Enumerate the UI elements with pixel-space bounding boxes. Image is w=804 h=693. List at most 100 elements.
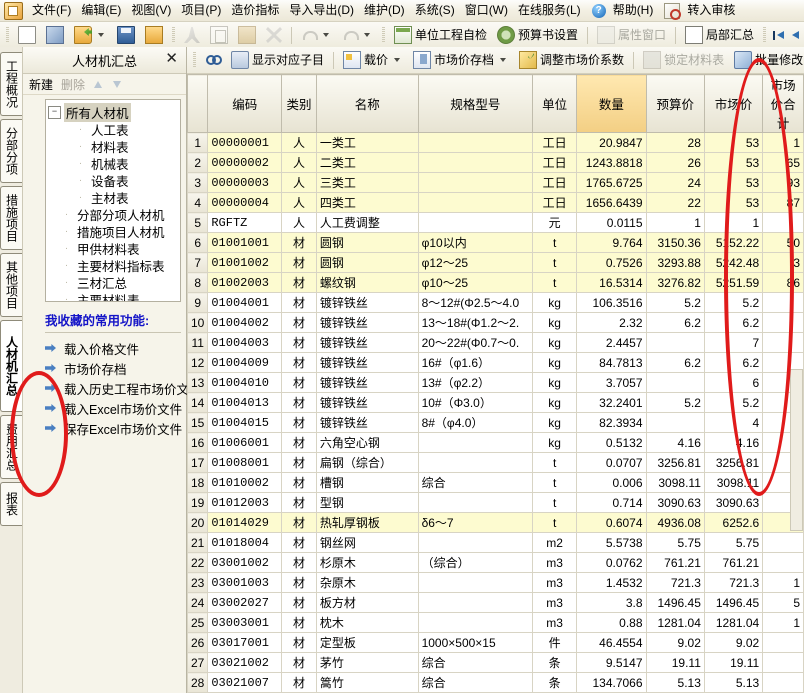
table-row[interactable]: 23 03001003 材杂原木 m3 1.4532 721.3 721.3 1	[187, 572, 804, 593]
cell-code[interactable]: 01010002	[207, 472, 283, 493]
tree-node-owner-supplied[interactable]: · 甲供材料表	[48, 240, 178, 257]
menu-item-cost-index[interactable]: 造价指标	[226, 1, 284, 20]
cell-category[interactable]: 材	[281, 652, 317, 673]
cell-category[interactable]: 材	[281, 272, 317, 293]
self-check-button[interactable]: 单位工程自检	[389, 23, 492, 47]
cell-market-total[interactable]: 1	[762, 572, 804, 593]
cell-market-price[interactable]: 1496.45	[703, 592, 764, 613]
menu-item-maintenance[interactable]: 维护(D)	[359, 1, 410, 20]
cell-quantity[interactable]: 0.0707	[576, 452, 647, 473]
menu-item-edit[interactable]: 编辑(E)	[76, 1, 126, 20]
cell-unit[interactable]: 元	[532, 212, 578, 233]
cell-code[interactable]: 01001001	[207, 232, 283, 253]
save-button[interactable]	[112, 23, 140, 47]
cell-name[interactable]: 镀锌铁丝	[315, 352, 419, 373]
cell-code[interactable]: 03021007	[207, 672, 283, 693]
cell-unit[interactable]: kg	[532, 292, 578, 313]
cell-quantity[interactable]: 2.32	[576, 312, 647, 333]
menu-item-window[interactable]: 窗口(W)	[460, 1, 513, 20]
cell-market-price[interactable]: 53	[703, 132, 764, 153]
cell-budget-price[interactable]: 3256.81	[645, 452, 705, 473]
col-market-price[interactable]: 市场价	[703, 74, 764, 133]
cell-budget-price[interactable]: 5.13	[645, 672, 705, 693]
cell-unit[interactable]: kg	[532, 372, 578, 393]
table-row[interactable]: 27 03021002 材茅竹 综合条 9.5147 19.11 19.11	[187, 652, 804, 673]
cell-quantity[interactable]: 9.5147	[576, 652, 647, 673]
cell-category[interactable]: 材	[281, 252, 317, 273]
cell-category[interactable]: 人	[281, 172, 317, 193]
cell-budget-price[interactable]: 22	[645, 192, 705, 213]
table-row[interactable]: 20 01014029 材热轧厚钢板 δ6～7 t 0.6074 4936.08 6252.6…	[187, 512, 804, 533]
cell-spec[interactable]: 16#（φ1.6）	[417, 352, 534, 373]
cell-code[interactable]: 01004003	[207, 332, 283, 353]
cell-category[interactable]: 材	[281, 332, 317, 353]
cell-code[interactable]: 03003001	[207, 612, 283, 633]
cell-code[interactable]: 01004002	[207, 312, 283, 333]
table-row[interactable]: 14 01004013 材镀锌铁丝 10#（Φ3.0） kg 32.2401 5.2 5.2	[187, 392, 804, 413]
delete-node-button[interactable]: 删除	[61, 76, 85, 93]
table-row[interactable]: 21 01018004 材钢丝网 m2 5.5738 5.75 5.75	[187, 532, 804, 553]
cell-market-total[interactable]: 65	[762, 152, 804, 173]
cell-budget-price[interactable]: 6.2	[645, 312, 705, 333]
cell-market-total[interactable]	[762, 672, 804, 693]
cell-spec[interactable]: φ12～25	[417, 252, 534, 273]
cell-spec[interactable]: 综合	[417, 652, 534, 673]
cell-budget-price[interactable]: 5.2	[645, 292, 705, 313]
cell-name[interactable]: 钢丝网	[315, 532, 419, 553]
cell-code[interactable]: 01004010	[207, 372, 283, 393]
col-market-total[interactable]: 市场价合计	[762, 74, 804, 133]
cell-category[interactable]: 材	[281, 572, 317, 593]
cell-category[interactable]: 材	[281, 352, 317, 373]
undo-button[interactable]	[296, 24, 337, 46]
cell-unit[interactable]: m3	[532, 572, 578, 593]
cell-category[interactable]: 材	[281, 372, 317, 393]
cell-budget-price[interactable]: 3090.63	[645, 492, 705, 513]
sidebar-item-other[interactable]: 其他项目	[0, 253, 22, 317]
batch-edit-button[interactable]: 批量修改	[729, 48, 804, 72]
cell-code[interactable]: 01008001	[207, 452, 283, 473]
table-row[interactable]: 5 RGFTZ 人人工费调整元 0.0115 1 1	[187, 212, 804, 233]
new-project-button[interactable]	[41, 23, 69, 47]
cell-name[interactable]: 圆钢	[315, 252, 419, 273]
sidebar-item-fee-summary[interactable]: 费用汇总	[0, 415, 22, 479]
cell-quantity[interactable]: 0.6074	[576, 512, 647, 533]
cell-unit[interactable]: t	[532, 512, 578, 533]
col-quantity[interactable]: 数量	[576, 74, 647, 133]
cell-market-price[interactable]: 3098.11	[703, 472, 764, 493]
col-name[interactable]: 名称	[315, 74, 419, 133]
menu-item-help[interactable]: 帮助(H)	[608, 1, 659, 20]
cell-market-price[interactable]: 19.11	[703, 652, 764, 673]
cell-budget-price[interactable]: 3150.36	[645, 232, 705, 253]
cell-quantity[interactable]: 1765.6725	[576, 172, 647, 193]
cell-unit[interactable]: t	[532, 232, 578, 253]
menu-item-transfer-review[interactable]: 转入审核	[682, 1, 740, 20]
cell-budget-price[interactable]: 4936.08	[645, 512, 705, 533]
cell-name[interactable]: 篙竹	[315, 672, 419, 693]
cell-market-price[interactable]: 6.2	[703, 312, 764, 333]
table-row[interactable]: 4 00000004 人四类工 工日 1656.6439 22 53 87	[187, 192, 804, 213]
cell-unit[interactable]: t	[532, 452, 578, 473]
table-row[interactable]: 17 01008001 材扁钢（综合） t 0.0707 3256.81 3256.81	[187, 452, 804, 473]
cell-code[interactable]: 03001003	[207, 572, 283, 593]
new-node-button[interactable]: 新建	[29, 76, 53, 93]
cell-unit[interactable]: m3	[532, 612, 578, 633]
chevron-down-icon-load[interactable]	[394, 58, 401, 62]
cell-code[interactable]: 00000001	[207, 132, 283, 153]
menu-item-view[interactable]: 视图(V)	[126, 1, 176, 20]
cell-spec[interactable]: 8#（φ4.0）	[417, 412, 534, 433]
cell-spec[interactable]	[417, 432, 534, 453]
cell-code[interactable]: 01004001	[207, 292, 283, 313]
cell-name[interactable]: 镀锌铁丝	[315, 372, 419, 393]
cell-budget-price[interactable]: 3293.88	[645, 252, 705, 273]
move-down-icon[interactable]	[112, 79, 123, 90]
cell-budget-price[interactable]: 1496.45	[645, 592, 705, 613]
move-up-icon[interactable]	[93, 79, 104, 90]
toolbar-grip-2[interactable]	[172, 27, 175, 43]
cell-market-price[interactable]: 5.2	[703, 292, 764, 313]
cell-quantity[interactable]: 1.4532	[576, 572, 647, 593]
cell-market-total[interactable]	[762, 632, 804, 653]
cell-code[interactable]: 01004015	[207, 412, 283, 433]
cell-budget-price[interactable]: 1	[645, 212, 705, 233]
cell-category[interactable]: 材	[281, 312, 317, 333]
cell-category[interactable]: 材	[281, 632, 317, 653]
